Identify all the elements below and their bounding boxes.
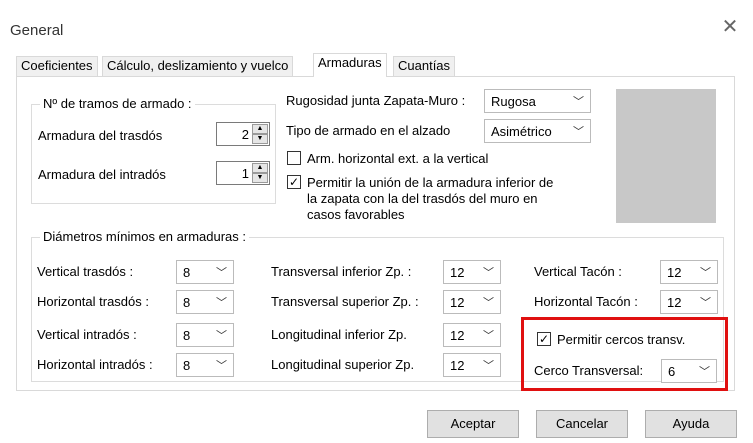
intrados-spinner[interactable]: 1 ▲ ▼: [216, 161, 270, 185]
chevron-down-icon: ﹀: [483, 360, 494, 372]
rugosidad-value: Rugosa: [491, 94, 536, 109]
longitudinal-inferior-value: 12: [450, 328, 465, 343]
longitudinal-superior-select[interactable]: 12 ﹀: [443, 353, 501, 377]
tab-coeficientes[interactable]: Coeficientes: [16, 56, 98, 76]
vertical-tacon-value: 12: [667, 265, 682, 280]
permitir-union-line2: la zapata con la del trasdós del muro en: [307, 191, 538, 206]
vertical-trasdos-value: 8: [183, 265, 191, 280]
chevron-down-icon: ﹀: [483, 297, 494, 309]
tab-cuantias[interactable]: Cuantías: [393, 56, 456, 76]
chevron-down-icon: ﹀: [216, 297, 227, 309]
longitudinal-superior-label: Longitudinal superior Zp.: [271, 357, 415, 372]
chevron-down-icon: ﹀: [483, 267, 494, 279]
vertical-intrados-select[interactable]: 8 ﹀: [176, 323, 234, 347]
spin-up-icon[interactable]: ▲: [252, 124, 268, 134]
transversal-superior-select[interactable]: 12 ﹀: [443, 290, 501, 314]
tramos-group: Nº de tramos de armado : Armadura del tr…: [31, 96, 276, 204]
trasdos-value: 2: [241, 127, 249, 142]
chevron-down-icon: ﹀: [216, 267, 227, 279]
armaduras-panel: Nº de tramos de armado : Armadura del tr…: [16, 76, 735, 391]
armado-preview-image: [616, 89, 716, 223]
cerco-transversal-label: Cerco Transversal:: [534, 363, 644, 378]
chevron-down-icon: ﹀: [483, 330, 494, 342]
title-bar: General ✕: [0, 0, 753, 44]
chevron-down-icon: ﹀: [700, 297, 711, 309]
chevron-down-icon: ﹀: [573, 96, 584, 108]
permitir-union-line1: Permitir la unión de la armadura inferio…: [307, 175, 554, 190]
cancelar-button[interactable]: Cancelar: [536, 410, 628, 438]
longitudinal-inferior-label: Longitudinal inferior Zp.: [271, 327, 407, 342]
vertical-trasdos-select[interactable]: 8 ﹀: [176, 260, 234, 284]
tipo-armado-label: Tipo de armado en el alzado: [286, 123, 451, 138]
horizontal-tacon-value: 12: [667, 295, 682, 310]
trasdos-spinner[interactable]: 2 ▲ ▼: [216, 122, 270, 146]
tab-armaduras[interactable]: Armaduras: [313, 53, 387, 77]
horizontal-tacon-select[interactable]: 12 ﹀: [660, 290, 718, 314]
horizontal-intrados-label: Horizontal intradós :: [37, 357, 153, 372]
spin-down-icon[interactable]: ▼: [252, 173, 268, 183]
chevron-down-icon: ﹀: [573, 126, 584, 138]
vertical-tacon-label: Vertical Tacón :: [534, 264, 622, 279]
permitir-union-line3: casos favorables: [307, 207, 405, 222]
window-title: General: [10, 22, 64, 39]
horizontal-intrados-value: 8: [183, 358, 191, 373]
trasdos-label: Armadura del trasdós: [38, 128, 163, 143]
chevron-down-icon: ﹀: [216, 330, 227, 342]
horizontal-trasdos-label: Horizontal trasdós :: [37, 294, 149, 309]
vertical-tacon-select[interactable]: 12 ﹀: [660, 260, 718, 284]
permitir-cercos-label: Permitir cercos transv.: [557, 332, 686, 347]
transversal-inferior-label: Transversal inferior Zp. :: [271, 264, 412, 279]
tipo-armado-select[interactable]: Asimétrico ﹀: [484, 119, 591, 143]
arm-horizontal-checkbox[interactable]: [287, 151, 301, 165]
arm-horizontal-label: Arm. horizontal ext. a la vertical: [307, 151, 489, 166]
tab-calculo[interactable]: Cálculo, deslizamiento y vuelco: [102, 56, 294, 76]
transversal-superior-label: Transversal superior Zp. :: [271, 294, 419, 309]
rugosidad-select[interactable]: Rugosa ﹀: [484, 89, 591, 113]
chevron-down-icon: ﹀: [699, 366, 710, 378]
vertical-intrados-label: Vertical intradós :: [37, 327, 137, 342]
spin-down-icon[interactable]: ▼: [252, 134, 268, 144]
spin-up-icon[interactable]: ▲: [252, 163, 268, 173]
horizontal-intrados-select[interactable]: 8 ﹀: [176, 353, 234, 377]
transversal-inferior-value: 12: [450, 265, 465, 280]
rugosidad-label: Rugosidad junta Zapata-Muro :: [286, 93, 466, 108]
tipo-armado-value: Asimétrico: [491, 124, 552, 139]
vertical-intrados-value: 8: [183, 328, 191, 343]
intrados-value: 1: [241, 166, 249, 181]
horizontal-trasdos-value: 8: [183, 295, 191, 310]
chevron-down-icon: ﹀: [216, 360, 227, 372]
transversal-superior-value: 12: [450, 295, 465, 310]
vertical-trasdos-label: Vertical trasdós :: [37, 264, 134, 279]
tramos-group-title: Nº de tramos de armado :: [40, 96, 195, 111]
horizontal-trasdos-select[interactable]: 8 ﹀: [176, 290, 234, 314]
permitir-union-checkbox[interactable]: ✓: [287, 175, 301, 189]
close-icon[interactable]: ✕: [715, 12, 745, 42]
aceptar-button[interactable]: Aceptar: [427, 410, 519, 438]
diametros-group-title: Diámetros mínimos en armaduras :: [40, 229, 250, 244]
permitir-cercos-checkbox[interactable]: ✓: [537, 332, 551, 346]
cerco-transversal-value: 6: [668, 364, 676, 379]
horizontal-tacon-label: Horizontal Tacón :: [534, 294, 638, 309]
chevron-down-icon: ﹀: [700, 267, 711, 279]
transversal-inferior-select[interactable]: 12 ﹀: [443, 260, 501, 284]
longitudinal-superior-value: 12: [450, 358, 465, 373]
cerco-transversal-select[interactable]: 6 ﹀: [661, 359, 717, 383]
ayuda-button[interactable]: Ayuda: [645, 410, 737, 438]
intrados-label: Armadura del intradós: [38, 167, 166, 182]
longitudinal-inferior-select[interactable]: 12 ﹀: [443, 323, 501, 347]
